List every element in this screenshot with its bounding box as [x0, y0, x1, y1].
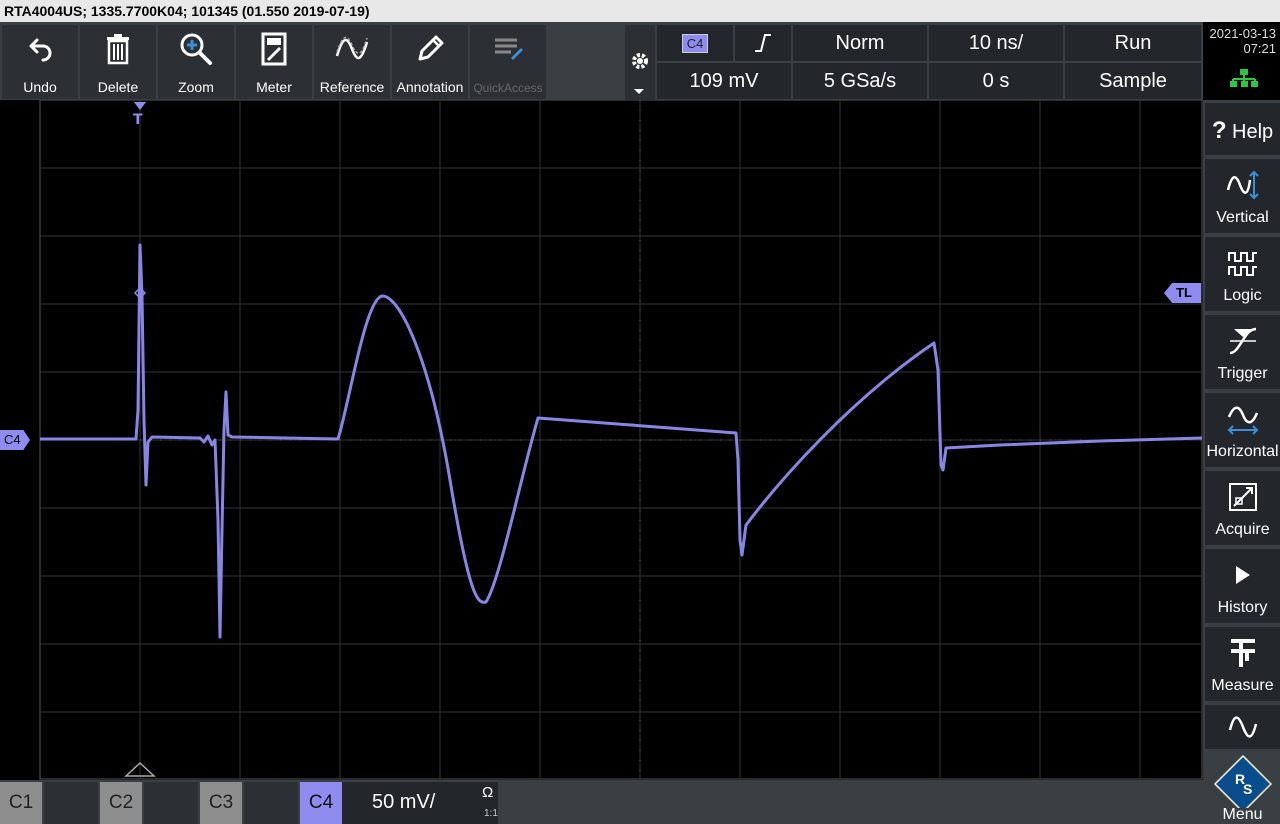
delete-button[interactable]: Delete — [80, 25, 156, 99]
date: 2021-03-13 — [1209, 26, 1277, 41]
run-status[interactable]: Run — [1065, 25, 1201, 61]
c4-tab[interactable]: C4 — [300, 782, 342, 824]
undo-label: Undo — [23, 79, 57, 95]
right-sidebar: ? Help Vertical Logic Trigger Horizontal… — [1203, 100, 1280, 824]
c3-tab[interactable]: C3 — [200, 782, 242, 824]
reference-label: Reference — [319, 79, 385, 95]
menu-button[interactable]: RS Menu — [1205, 752, 1280, 824]
channel-bar: C1 C2 C3 C4 50 mV/ Ω 1:1 — [0, 780, 1203, 824]
quickaccess-label: QuickAccess — [473, 81, 543, 95]
annotation-label: Annotation — [396, 79, 464, 95]
help-button[interactable]: ? Help — [1205, 103, 1280, 155]
math-icon — [1205, 709, 1280, 745]
timebase[interactable]: 10 ns/ — [929, 25, 1063, 61]
quickaccess-icon — [470, 31, 546, 67]
vertical-button[interactable]: Vertical — [1205, 159, 1280, 233]
acquire-icon — [1205, 479, 1280, 515]
trigger-button[interactable]: Trigger — [1205, 315, 1280, 389]
logic-label: Logic — [1223, 287, 1262, 304]
measure-button[interactable]: Measure — [1205, 627, 1280, 701]
c2-tab[interactable]: C2 — [100, 782, 142, 824]
trigger-label: Trigger — [1217, 365, 1268, 382]
trigger-source-cell[interactable]: C4 — [657, 25, 733, 61]
trigger-icon — [1205, 323, 1280, 359]
rising-edge-icon — [755, 34, 771, 52]
sample-rate[interactable]: 5 GSa/s — [793, 63, 927, 99]
svg-text:S: S — [1243, 781, 1252, 797]
toolbar: Undo Delete Zoom Meter Reference Annotat… — [0, 22, 655, 100]
undo-button[interactable]: Undo — [2, 25, 78, 99]
c4-settings[interactable]: 50 mV/ Ω 1:1 — [342, 782, 498, 824]
reference-button[interactable]: Reference — [314, 25, 390, 99]
history-icon — [1205, 557, 1280, 593]
acquire-button[interactable]: Acquire — [1205, 471, 1280, 545]
meter-label: Meter — [256, 79, 292, 95]
clock: 2021-03-13 07:21 — [1203, 22, 1280, 100]
menu-label: Menu — [1222, 806, 1263, 823]
c4-probe-ratio: 1:1 — [484, 808, 498, 819]
delete-label: Delete — [97, 79, 139, 95]
trigger-source: C4 — [681, 33, 709, 53]
logic-button[interactable]: Logic — [1205, 237, 1280, 311]
history-label: History — [1217, 599, 1268, 616]
gear-icon — [630, 51, 650, 75]
rs-logo-icon: RS — [1213, 754, 1273, 814]
c2-value — [144, 782, 198, 824]
annotation-button[interactable]: Annotation — [392, 25, 468, 99]
trigger-level[interactable]: 109 mV — [657, 63, 791, 99]
waveform-grid — [39, 100, 1203, 780]
meter-icon — [236, 31, 312, 67]
math-button[interactable] — [1205, 705, 1280, 749]
trigger-info-panel: C4 Norm 10 ns/ Run 109 mV 5 GSa/s 0 s Sa… — [655, 22, 1203, 100]
reference-icon — [314, 31, 390, 67]
logic-icon — [1205, 245, 1280, 281]
c1-tab[interactable]: C1 — [0, 782, 42, 824]
zoom-label: Zoom — [178, 79, 214, 95]
instrument-title: RTA4004US; 1335.7700K04; 101345 (01.550 … — [0, 0, 1280, 22]
trigger-position-marker[interactable]: T — [133, 112, 143, 128]
settings-button[interactable] — [625, 25, 655, 100]
trash-icon — [80, 31, 156, 67]
zoom-button[interactable]: Zoom — [158, 25, 234, 99]
horizontal-label: Horizontal — [1206, 443, 1279, 460]
help-label: Help — [1232, 121, 1274, 143]
quickaccess-button[interactable]: QuickAccess — [470, 25, 546, 99]
help-icon: ? — [1211, 117, 1227, 144]
trigger-mode[interactable]: Norm — [793, 25, 927, 61]
measure-label: Measure — [1211, 677, 1274, 694]
horizontal-position[interactable]: 0 s — [929, 63, 1063, 99]
c1-value — [44, 782, 98, 824]
measure-icon — [1205, 635, 1280, 671]
zoom-icon — [158, 31, 234, 67]
network-icon — [1229, 68, 1259, 91]
vertical-label: Vertical — [1216, 209, 1269, 226]
time: 07:21 — [1243, 41, 1276, 56]
pencil-icon — [392, 31, 468, 67]
trigger-slope-cell[interactable] — [735, 25, 791, 61]
waveform-display[interactable]: T C4 TL — [0, 100, 1203, 780]
undo-icon — [2, 31, 78, 67]
chevron-down-icon — [634, 89, 644, 94]
acquire-label: Acquire — [1215, 521, 1270, 538]
acquisition-mode[interactable]: Sample — [1065, 63, 1201, 99]
c4-scale: 50 mV/ — [372, 791, 436, 813]
ohm-icon: Ω — [482, 784, 494, 801]
c3-value — [244, 782, 298, 824]
vertical-icon — [1205, 167, 1280, 203]
horizontal-button[interactable]: Horizontal — [1205, 393, 1280, 467]
horizontal-icon — [1205, 401, 1280, 437]
meter-button[interactable]: Meter — [236, 25, 312, 99]
history-button[interactable]: History — [1205, 549, 1280, 623]
